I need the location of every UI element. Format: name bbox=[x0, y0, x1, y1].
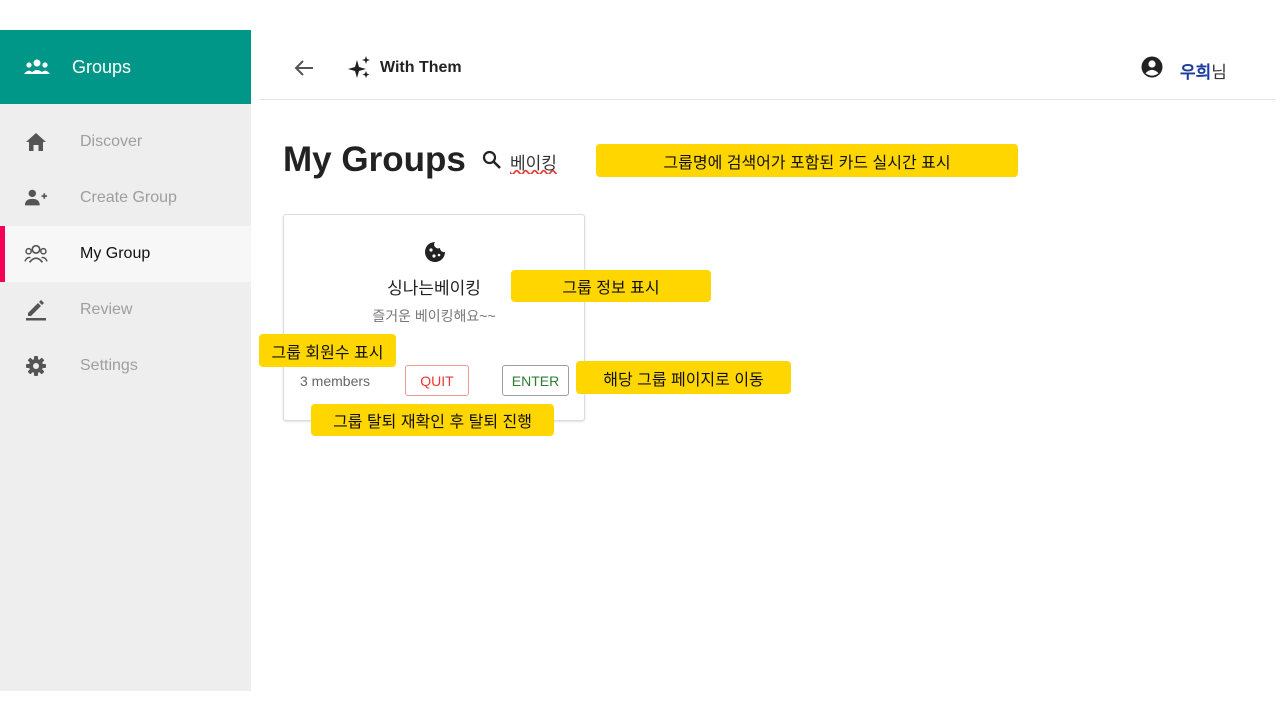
username-suffix: 님 bbox=[1211, 63, 1227, 82]
sidebar-item-label: Create Group bbox=[80, 189, 177, 206]
sidebar-item-review[interactable]: Review bbox=[0, 282, 251, 338]
group-description: 즐거운 베이킹해요~~ bbox=[372, 308, 496, 324]
group-card: 싱나는베이킹 즐거운 베이킹해요~~ 3 members QUIT ENTER bbox=[283, 214, 585, 421]
sidebar-item-label: My Group bbox=[80, 245, 151, 262]
quit-button[interactable]: QUIT bbox=[405, 365, 469, 396]
brand-name[interactable]: With Them bbox=[380, 59, 462, 77]
top-bar: With Them 우희님 bbox=[259, 30, 1276, 100]
sidebar-title: Groups bbox=[72, 56, 132, 77]
person-add-icon bbox=[24, 186, 48, 210]
member-count: 3 members bbox=[300, 373, 371, 389]
username: 우희 bbox=[1180, 63, 1212, 82]
gear-icon bbox=[24, 354, 48, 378]
home-icon bbox=[24, 130, 48, 154]
page-title: My Groups bbox=[283, 140, 466, 179]
sparkle-icon bbox=[348, 56, 370, 78]
sidebar-item-discover[interactable]: Discover bbox=[0, 114, 251, 170]
groups-icon bbox=[24, 57, 50, 77]
sidebar-item-label: Review bbox=[80, 301, 133, 318]
edit-icon bbox=[24, 298, 48, 322]
annotation-enter: 해당 그룹 페이지로 이동 bbox=[576, 361, 791, 394]
search-input[interactable] bbox=[510, 148, 590, 174]
sidebar-item-my-group[interactable]: My Group bbox=[0, 226, 251, 282]
annotation-quit: 그룹 탈퇴 재확인 후 탈퇴 진행 bbox=[311, 404, 554, 436]
back-arrow-icon[interactable] bbox=[293, 58, 315, 78]
sidebar-item-settings[interactable]: Settings bbox=[0, 338, 251, 394]
sidebar-header: Groups bbox=[0, 30, 251, 104]
enter-button[interactable]: ENTER bbox=[502, 365, 569, 396]
search-icon[interactable] bbox=[482, 150, 502, 170]
account-circle-icon[interactable] bbox=[1141, 56, 1163, 78]
cookie-icon bbox=[424, 241, 446, 263]
annotation-group-info: 그룹 정보 표시 bbox=[511, 270, 711, 302]
annotation-search: 그룹명에 검색어가 포함된 카드 실시간 표시 bbox=[596, 144, 1018, 177]
sidebar-item-label: Discover bbox=[80, 133, 143, 150]
sidebar-item-create-group[interactable]: Create Group bbox=[0, 170, 251, 226]
annotation-member-count: 그룹 회원수 표시 bbox=[259, 334, 396, 367]
sidebar-item-label: Settings bbox=[80, 357, 138, 374]
people-icon bbox=[24, 242, 48, 266]
user-greeting[interactable]: 우희님 bbox=[1180, 58, 1227, 83]
sidebar: Groups Discover Create Group My Group Re… bbox=[0, 30, 251, 691]
